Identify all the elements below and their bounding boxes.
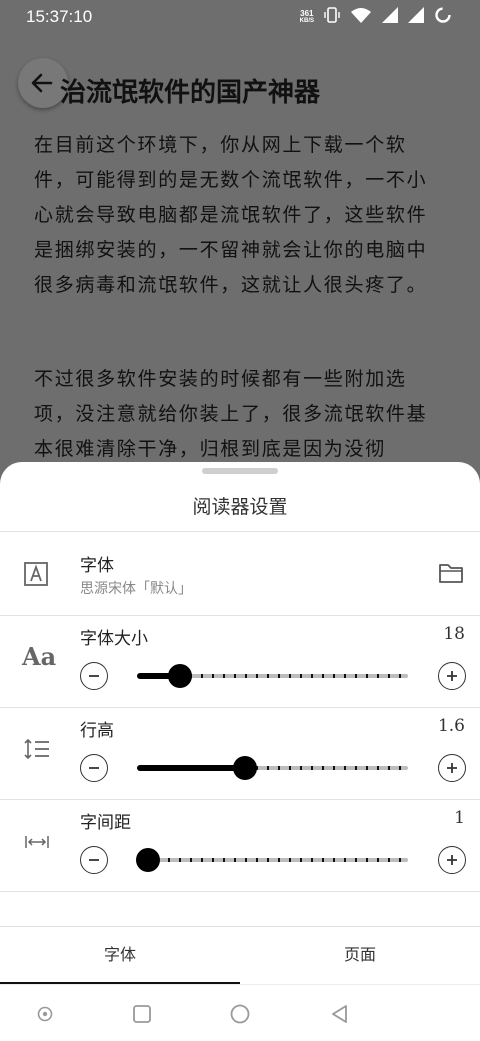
reader-settings-sheet: 阅读器设置 字体 思源宋体「默认」 Aa 字体大小 18 行高 1.6 字间距 …: [0, 462, 480, 1041]
network-speed-unit: KB/S: [299, 18, 314, 24]
nav-back-icon[interactable]: [330, 1004, 350, 1028]
nav-home-icon[interactable]: [229, 1003, 251, 1029]
plus-icon: [447, 671, 457, 681]
font-value: 思源宋体「默认」: [80, 581, 192, 597]
slider-thumb[interactable]: [135, 848, 160, 872]
signal-icon-2: [408, 7, 424, 27]
font-icon: [22, 560, 50, 592]
tab-font[interactable]: 字体: [0, 927, 240, 985]
battery-icon: [434, 6, 452, 28]
status-time: 15:37:10: [26, 7, 93, 26]
letter-spacing-value: 1: [454, 808, 465, 828]
sheet-drag-handle[interactable]: [202, 468, 278, 474]
font-size-value: 18: [443, 624, 465, 644]
line-height-label: 行高: [80, 721, 114, 741]
line-height-icon: [24, 738, 50, 764]
letter-spacing-slider[interactable]: [135, 848, 408, 872]
article-paragraph: 在目前这个环境下，你从网上下载一个软件，可能得到的是无数个流氓软件，一不小心就会…: [34, 134, 428, 296]
slider-thumb[interactable]: [168, 664, 193, 688]
system-nav-bar: [0, 984, 480, 1041]
line-height-slider[interactable]: [137, 756, 408, 780]
slider-fill: [137, 765, 246, 771]
minus-icon: [89, 859, 99, 861]
font-size-label: 字体大小: [80, 629, 148, 649]
settings-tabs: 字体 页面: [0, 926, 480, 985]
font-size-slider[interactable]: [137, 664, 408, 688]
article-view: 治流氓软件的国产神器 在目前这个环境下，你从网上下载一个软件，可能得到的是无数个…: [0, 36, 480, 486]
article-paragraph: 不过很多软件安装的时候都有一些附加选项，没注意就给你装上了，很多流氓软件基本很难…: [34, 368, 428, 460]
minus-icon: [89, 767, 99, 769]
line-height-decrease-button[interactable]: [80, 754, 108, 782]
folder-icon[interactable]: [438, 562, 464, 588]
letter-spacing-icon: [24, 834, 50, 853]
status-bar: 15:37:10 361 KB/S: [0, 0, 480, 36]
vibrate-icon: [324, 6, 340, 28]
line-height-increase-button[interactable]: [438, 754, 466, 782]
letter-spacing-row: 字间距 1: [0, 800, 480, 891]
slider-thumb[interactable]: [233, 756, 258, 780]
line-height-row: 行高 1.6: [0, 708, 480, 799]
line-height-value: 1.6: [437, 716, 465, 736]
plus-icon: [447, 763, 457, 773]
tab-font-label: 字体: [103, 945, 136, 964]
article-title: 治流氓软件的国产神器: [60, 78, 321, 108]
sheet-title: 阅读器设置: [192, 496, 288, 518]
font-size-decrease-button[interactable]: [80, 662, 108, 690]
wifi-icon: [350, 7, 372, 27]
font-label: 字体: [80, 556, 114, 576]
minus-icon: [89, 675, 99, 677]
font-row[interactable]: 字体 思源宋体「默认」: [0, 532, 480, 614]
font-size-increase-button[interactable]: [438, 662, 466, 690]
network-speed: 361 KB/S: [300, 9, 314, 25]
divider: [0, 891, 480, 892]
font-size-icon: Aa: [22, 642, 57, 671]
tab-page[interactable]: 页面: [240, 927, 480, 985]
slider-ticks: [137, 858, 408, 862]
letter-spacing-increase-button[interactable]: [438, 846, 466, 874]
font-size-row: Aa 字体大小 18: [0, 616, 480, 707]
nav-dot-icon[interactable]: [36, 1005, 54, 1027]
plus-icon: [447, 855, 457, 865]
status-icons: 361 KB/S: [300, 6, 452, 28]
letter-spacing-label: 字间距: [80, 813, 131, 833]
signal-icon: [382, 7, 398, 27]
letter-spacing-decrease-button[interactable]: [80, 846, 108, 874]
tab-page-label: 页面: [343, 945, 376, 964]
nav-recents-icon[interactable]: [132, 1004, 152, 1028]
network-speed-value: 361: [300, 9, 314, 18]
